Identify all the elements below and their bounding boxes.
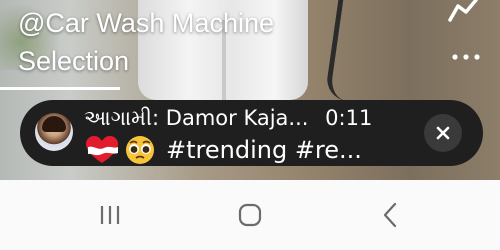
- upcoming-hashtags: #trending #re...: [166, 136, 362, 164]
- back-chevron-icon: [383, 202, 397, 228]
- system-navigation-bar: [0, 180, 500, 250]
- home-button[interactable]: [230, 200, 270, 230]
- upcoming-video-card[interactable]: આગામી: Damor Kaja... 0:11 #trending #re.…: [20, 100, 483, 166]
- upcoming-channel-name: Damor Kaja...: [165, 106, 309, 130]
- upcoming-description: #trending #re...: [84, 134, 362, 166]
- close-icon: [436, 126, 450, 140]
- pleading-face-emoji-icon: [126, 136, 154, 164]
- recents-button[interactable]: [90, 200, 130, 230]
- video-title-line1: @Car Wash Machine: [18, 8, 274, 38]
- back-button[interactable]: [370, 200, 410, 230]
- close-upcoming-button[interactable]: [424, 114, 462, 152]
- upcoming-countdown: 0:11: [325, 106, 373, 130]
- broken-heart-emoji-icon: [86, 136, 118, 163]
- video-title-line2: Selection: [18, 46, 130, 76]
- video-progress-bar[interactable]: [0, 87, 500, 90]
- video-title[interactable]: @Car Wash Machine Selection: [18, 4, 274, 80]
- share-arrow-icon[interactable]: [444, 0, 484, 22]
- video-hose: [324, 0, 362, 101]
- channel-avatar: [35, 113, 73, 151]
- video-progress-fill: [0, 87, 120, 90]
- home-icon: [238, 203, 262, 227]
- upcoming-prefix: આગામી:: [84, 106, 160, 130]
- upcoming-header: આગામી: Damor Kaja... 0:11: [84, 103, 372, 133]
- more-dots-icon[interactable]: [450, 50, 482, 64]
- recents-icon: [100, 206, 120, 224]
